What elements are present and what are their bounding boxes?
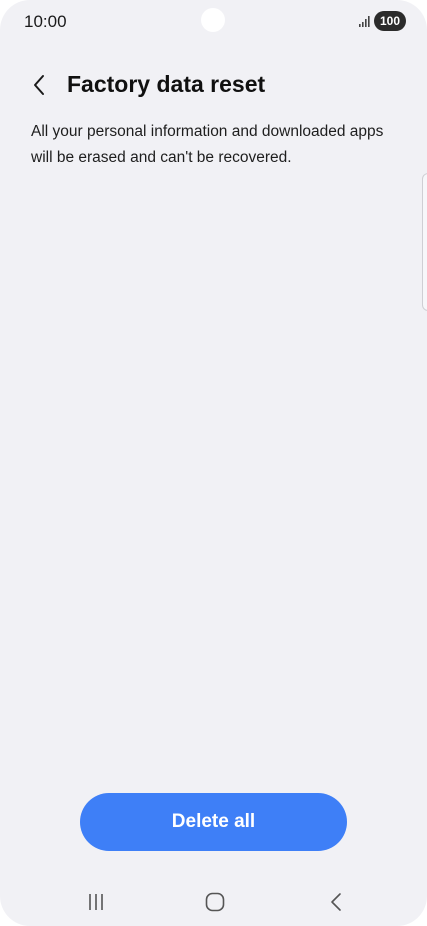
delete-all-button[interactable]: Delete all (80, 793, 347, 851)
signal-bars-icon (359, 16, 370, 27)
chevron-left-icon (34, 75, 44, 95)
back-icon (331, 893, 341, 911)
home-icon (205, 892, 225, 912)
status-bar: 10:00 100 (0, 0, 427, 44)
header: Factory data reset (0, 62, 427, 106)
scroll-indicator[interactable] (422, 173, 427, 311)
screen: 10:00 100 Factory data reset All your pe… (0, 0, 427, 926)
status-time: 10:00 (24, 12, 67, 31)
camera-cutout (201, 8, 225, 32)
battery-badge: 100 (374, 11, 406, 31)
recents-button[interactable] (82, 890, 110, 914)
recents-icon (89, 894, 103, 910)
navigation-bar (0, 878, 427, 926)
home-button[interactable] (201, 888, 229, 916)
page-title: Factory data reset (67, 71, 266, 97)
back-button[interactable] (22, 68, 56, 102)
description-text: All your personal information and downlo… (31, 123, 384, 166)
nav-back-button[interactable] (322, 888, 350, 916)
